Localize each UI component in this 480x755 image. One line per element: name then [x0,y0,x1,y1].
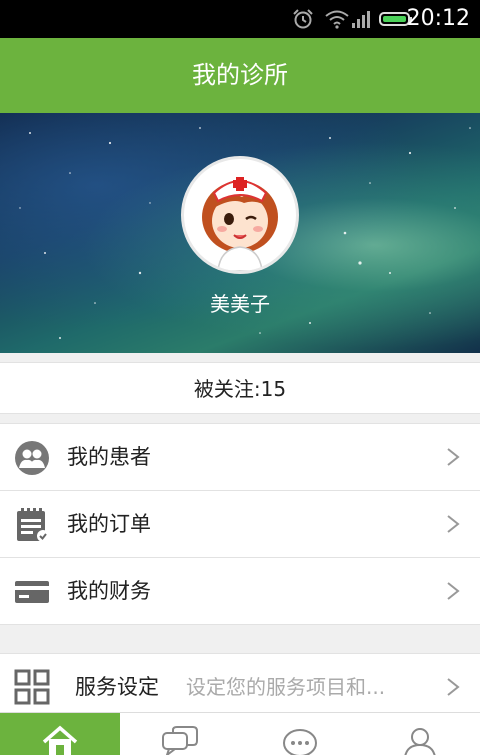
menu-item-orders[interactable]: 我的订单 [0,491,480,558]
status-bar: 20:12 [0,0,480,38]
clock-time: 20:12 [406,6,470,31]
chevron-right-icon [447,582,460,600]
nurse-avatar-icon [202,177,278,271]
user-icon [404,728,436,755]
tab-chat[interactable] [120,713,240,755]
profile-name: 美美子 [210,292,270,316]
service-label: 服务设定 [75,675,159,699]
menu-item-patients[interactable]: 我的患者 [0,424,480,491]
menu-item-finance[interactable]: 我的财务 [0,558,480,625]
menu-list: 我的患者 我的订单 我的财务 [0,423,480,625]
page-title: 我的诊所 [0,38,480,113]
profile-banner: 美美子 [0,113,480,353]
menu-item-label: 我的患者 [67,445,151,469]
service-settings-row[interactable]: 服务设定 设定您的服务项目和... [0,653,480,713]
order-icon [17,508,49,542]
chat-icon [162,726,198,755]
service-description: 设定您的服务项目和... [186,675,386,699]
tab-profile[interactable] [360,713,480,755]
chevron-right-icon [447,515,460,533]
grid-icon [14,669,50,705]
menu-item-label: 我的订单 [67,512,151,536]
message-icon [283,729,317,755]
bottom-tab-bar [0,712,480,755]
wallet-card-icon [15,581,49,603]
chevron-right-icon [447,448,460,466]
patients-icon [15,441,49,475]
wifi-icon [325,10,349,29]
chevron-right-icon [447,678,460,696]
avatar[interactable] [181,156,299,274]
menu-item-label: 我的财务 [67,579,151,603]
tab-home[interactable] [0,713,120,755]
followers-count: 被关注:15 [0,362,480,414]
signal-icon [352,11,370,28]
home-icon [42,725,78,755]
alarm-icon [293,9,313,29]
tab-message[interactable] [240,713,360,755]
